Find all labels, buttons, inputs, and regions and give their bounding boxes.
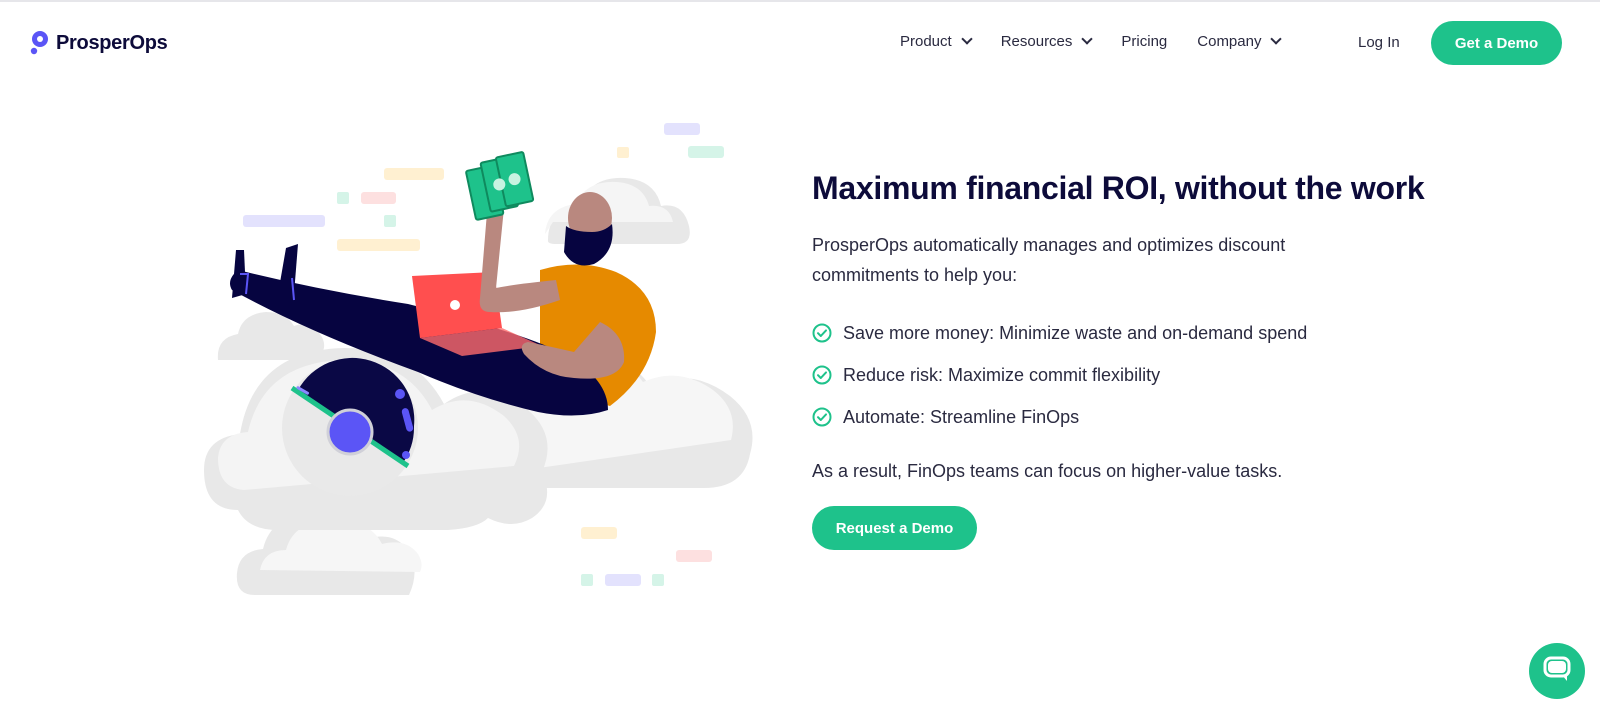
list-item: Reduce risk: Maximize commit flexibility bbox=[812, 354, 1472, 396]
hero-title: Maximum financial ROI, without the work bbox=[812, 170, 1425, 206]
site-header: ProsperOps Product Resources Pricing Com… bbox=[0, 0, 1600, 88]
chat-bubble-icon bbox=[1542, 655, 1572, 688]
login-link[interactable]: Log In bbox=[1358, 34, 1400, 51]
list-item: Automate: Streamline FinOps bbox=[812, 396, 1472, 438]
chat-widget-button[interactable] bbox=[1529, 643, 1585, 699]
nav-item-label: Product bbox=[900, 33, 952, 50]
person-on-cloud-illustration bbox=[200, 110, 760, 610]
nav-item-label: Pricing bbox=[1121, 33, 1168, 50]
benefit-text: Automate: Streamline FinOps bbox=[843, 406, 1080, 427]
logo-text: ProsperOps bbox=[56, 31, 168, 54]
nav-item-company[interactable]: Company bbox=[1197, 33, 1283, 50]
check-circle-icon bbox=[812, 323, 832, 343]
benefit-text: Reduce risk: Maximize commit flexibility bbox=[843, 364, 1161, 385]
check-circle-icon bbox=[812, 365, 832, 385]
check-circle-icon bbox=[812, 407, 832, 427]
prosperops-logo-icon bbox=[30, 30, 50, 56]
benefit-text: Save more money: Minimize waste and on-d… bbox=[843, 322, 1308, 343]
list-item: Save more money: Minimize waste and on-d… bbox=[812, 312, 1472, 354]
nav-item-label: Resources bbox=[1000, 33, 1073, 50]
chevron-down-icon bbox=[961, 33, 973, 45]
nav-item-resources[interactable]: Resources bbox=[1000, 33, 1094, 50]
chevron-down-icon bbox=[1081, 33, 1094, 45]
chevron-down-icon bbox=[1270, 33, 1283, 45]
hero-intro: ProsperOps automatically manages and opt… bbox=[812, 235, 1286, 285]
benefit-list: Save more money: Minimize waste and on-d… bbox=[812, 312, 1472, 438]
logo[interactable]: ProsperOps bbox=[30, 30, 168, 56]
get-demo-button[interactable]: Get a Demo bbox=[1431, 21, 1562, 65]
main-nav: Product Resources Pricing Company bbox=[900, 33, 1310, 50]
nav-item-label: Company bbox=[1197, 33, 1262, 50]
request-demo-button[interactable]: Request a Demo bbox=[812, 506, 977, 550]
hero-content: Maximum financial ROI, without the work … bbox=[812, 168, 1472, 550]
hero-result: As a result, FinOps teams can focus on h… bbox=[812, 461, 1283, 481]
nav-item-product[interactable]: Product bbox=[900, 33, 973, 50]
nav-item-pricing[interactable]: Pricing bbox=[1121, 33, 1167, 50]
